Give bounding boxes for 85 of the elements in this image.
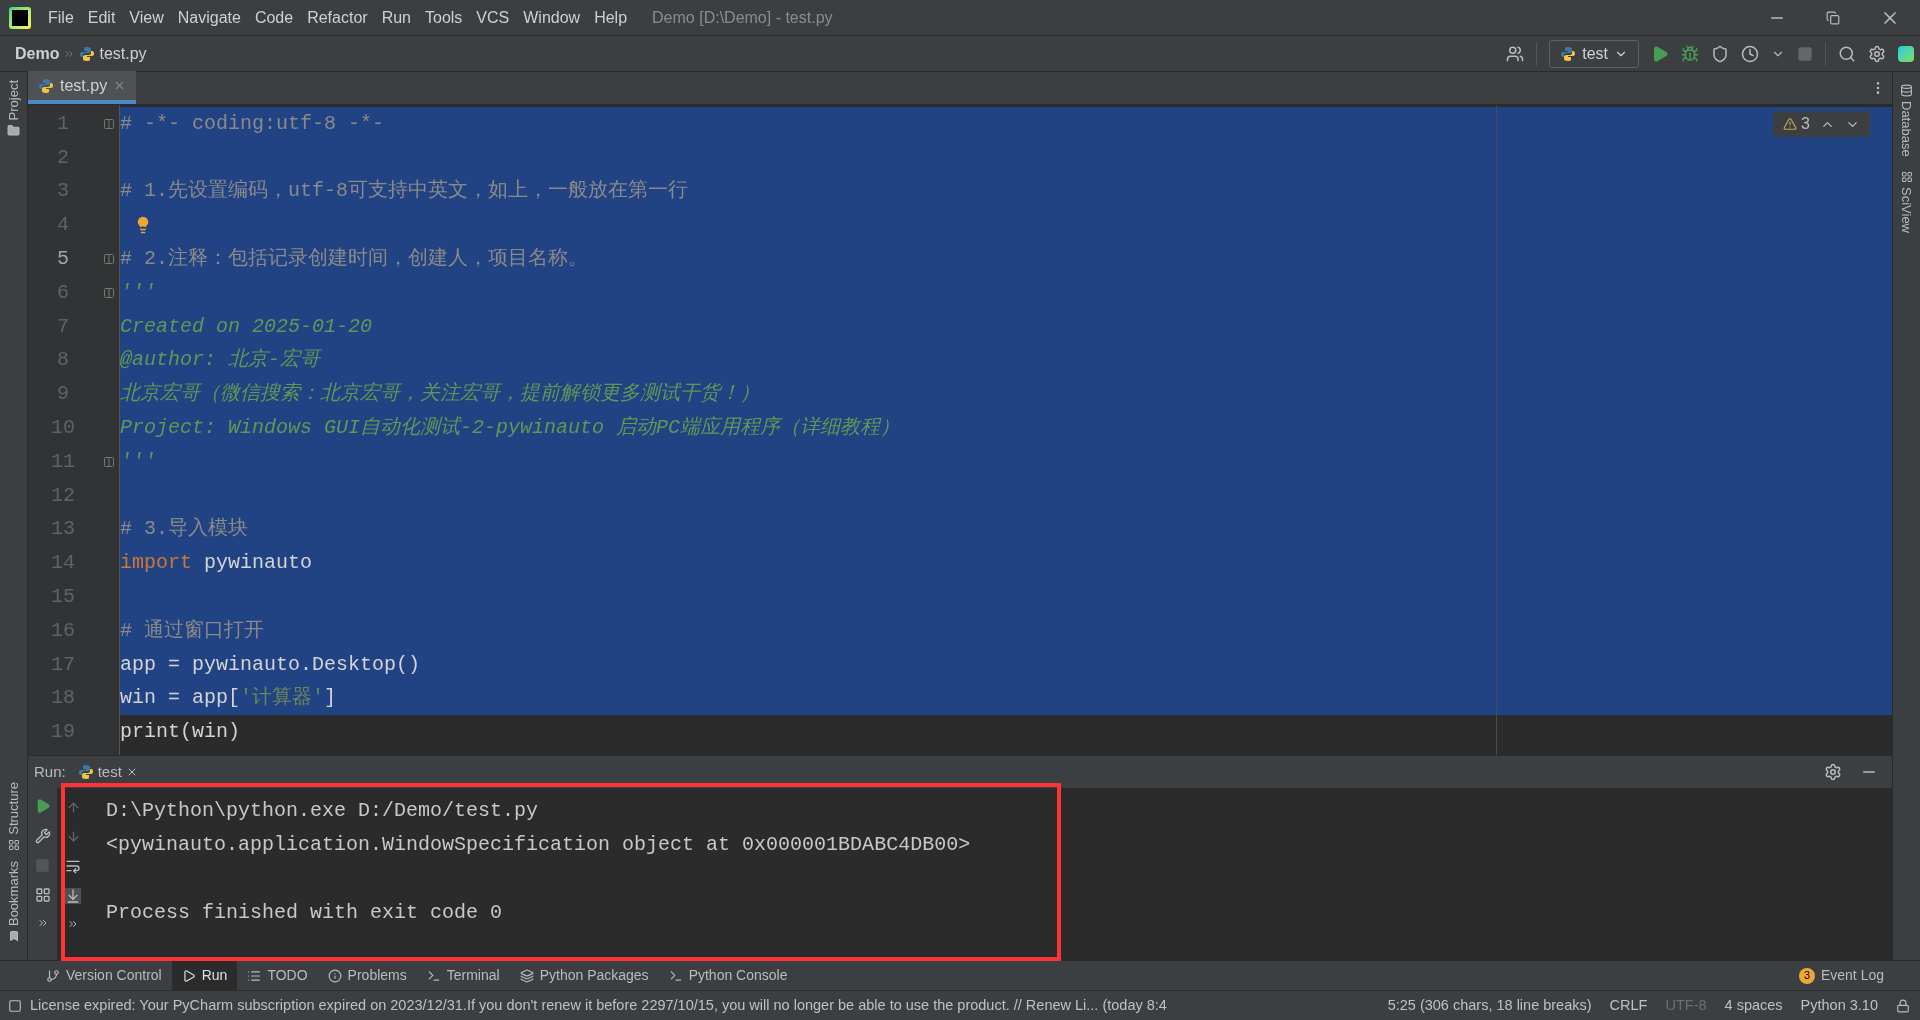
menu-item[interactable]: Code (247, 5, 301, 30)
more-icon[interactable] (36, 917, 49, 929)
branch-icon (46, 968, 60, 983)
more-icon[interactable] (67, 918, 79, 930)
down-arrow-icon[interactable] (65, 829, 81, 844)
app-logo-icon (9, 6, 31, 29)
soft-wrap-icon[interactable] (65, 858, 81, 874)
console-line: <pywinauto.application.WindowSpecification object at 0x000001BDABC4DB00> (106, 832, 971, 858)
tool-tab[interactable]: TODO (237, 960, 318, 991)
line-number: 5 (57, 246, 69, 273)
layers-icon (519, 968, 534, 983)
run-config-dropdown[interactable]: test (1549, 39, 1639, 68)
fold-marker-icon[interactable] (102, 455, 115, 468)
breadcrumb-item[interactable]: Demo (15, 41, 60, 66)
console-line: D:\Python\python.exe D:/Demo/test.py (106, 798, 539, 824)
python-icon (77, 764, 94, 780)
status-item[interactable]: 5:25 (306 chars, 18 line breaks) (1387, 994, 1592, 1017)
python-icon (79, 45, 96, 62)
menu-item[interactable]: Tools (418, 5, 470, 30)
fold-marker-icon[interactable] (102, 286, 115, 299)
terminal-icon (426, 968, 441, 983)
menu-item[interactable]: File (41, 5, 81, 30)
scroll-to-end-icon[interactable] (65, 888, 81, 904)
event-log-label: Event Log (1820, 966, 1884, 985)
settings-icon[interactable] (1868, 44, 1886, 63)
menu-item[interactable]: Help (587, 5, 635, 30)
settings-icon[interactable] (1824, 763, 1842, 781)
tool-window-tab[interactable]: Project (3, 80, 24, 121)
run-icon[interactable] (1651, 44, 1669, 63)
restore-icon[interactable] (1826, 10, 1840, 25)
fold-marker-icon[interactable] (102, 117, 115, 130)
database-icon (1900, 84, 1913, 97)
layout-icon[interactable] (34, 887, 51, 903)
status-item[interactable]: Python 3.10 (1800, 994, 1878, 1017)
menu-item[interactable]: Refactor (300, 5, 375, 30)
panel-label: Run: (34, 761, 66, 782)
status-item[interactable]: CRLF (1609, 994, 1648, 1017)
tool-window-tab[interactable]: SciView (1896, 186, 1917, 233)
python-icon (1560, 45, 1577, 62)
tool-window-tab[interactable]: Bookmarks (3, 860, 24, 926)
shield-icon[interactable] (1711, 44, 1729, 63)
notification-badge: 3 (1798, 967, 1815, 984)
warning-count[interactable]: 3 (1801, 112, 1810, 136)
list-icon (247, 968, 262, 983)
tool-window-tab[interactable]: Database (1896, 101, 1917, 157)
process-tab[interactable]: test (77, 760, 138, 784)
tool-tab[interactable]: Python Console (658, 960, 798, 991)
console-icon (668, 968, 683, 983)
search-icon[interactable] (1838, 44, 1856, 63)
wrench-icon[interactable] (34, 828, 51, 844)
structure-icon (7, 838, 20, 851)
panel-toggle-icon[interactable] (8, 998, 22, 1013)
tool-window-tab[interactable]: Structure (3, 782, 24, 835)
menu-item[interactable]: Window (516, 5, 588, 30)
tool-tab[interactable]: Python Packages (509, 960, 659, 991)
window-title: Demo [D:\Demo] - test.py (652, 7, 833, 28)
menu-item[interactable]: Navigate (170, 5, 248, 30)
fold-marker-icon[interactable] (102, 253, 115, 266)
bug-icon[interactable] (1681, 44, 1699, 63)
info-icon (327, 968, 342, 983)
warning-icon (1783, 117, 1798, 131)
tool-tab[interactable]: Version Control (36, 960, 172, 991)
console-line: Process finished with exit code 0 (106, 900, 503, 926)
code-line: print(win) (120, 719, 242, 746)
sciview-icon (1900, 170, 1913, 183)
bookmark-icon (7, 930, 20, 942)
lock-icon[interactable] (1896, 998, 1910, 1013)
clock-icon[interactable] (1741, 44, 1759, 63)
tool-tab[interactable]: Problems (317, 960, 417, 991)
status-message: License expired: Your PyCharm subscription expired on 2023/12/31.If you don't renew it before 2297/10/15, you will no longer be able to use the product. // Renew Li... (today 8:4 (30, 995, 1167, 1015)
status-item[interactable]: 4 spaces (1724, 994, 1783, 1017)
menu-item[interactable]: Edit (80, 5, 123, 30)
tool-tab[interactable]: Run (171, 960, 238, 991)
user-icon[interactable] (1506, 44, 1525, 63)
plugin-logo-icon[interactable] (1898, 45, 1914, 62)
tool-tab[interactable]: Terminal (416, 960, 510, 991)
menu-item[interactable]: Run (374, 5, 418, 30)
breadcrumb-item[interactable]: test.py (99, 41, 147, 66)
python-icon (38, 77, 54, 94)
play-icon (181, 968, 196, 983)
folder-icon (7, 124, 20, 138)
event-log-button[interactable]: 3 Event Log (1798, 965, 1884, 986)
editor-tab[interactable]: test.py (28, 71, 137, 104)
menu-item[interactable]: View (122, 5, 171, 30)
menu-item[interactable]: VCS (469, 5, 517, 30)
